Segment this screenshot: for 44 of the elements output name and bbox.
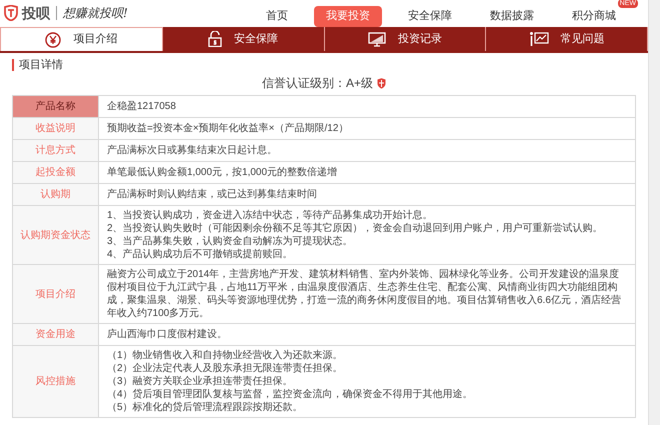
- chart-icon: [528, 31, 549, 47]
- detail-text: （4）贷后项目管理团队复核与监督，监控资金流向，确保资金不得用于其他用途。: [107, 388, 474, 401]
- detail-text: 融资方公司成立于2014年，主营房地产开发、建筑材料销售、室内外装饰、园林绿化等业务。公司开发建设的温泉度假村项目位于九江武宁县，占地11万平米，由温泉度假酒店、生态养生住宅、配套公寓、风情商业街四大功能组团构成，聚集温泉、湖景、码头等资源地理优势，打造一流的商务休闲度假目的地。项目估算销售收入6.6亿元，酒店经营年收入约7100多万元。: [107, 268, 622, 320]
- detail-text: 预期收益=投资本金×预期年化收益率×（产品期限/12）: [107, 122, 350, 135]
- nav-link[interactable]: 安全保障: [396, 6, 464, 27]
- detail-text: （3）融资方关联企业承担连带责任担保。: [107, 375, 294, 388]
- brand-name: 投呗: [22, 4, 50, 22]
- detail-text: 3、当产品募集失败，认购资金自动解冻为可提现状态。: [107, 235, 354, 248]
- tab[interactable]: 项目介绍: [0, 27, 163, 51]
- nav-link[interactable]: 积分商城: [560, 6, 628, 27]
- row-label: 计息方式: [13, 140, 99, 161]
- tab[interactable]: 常见问题: [486, 27, 648, 51]
- detail-text: 单笔最低认购金额1,000元，按1,000元的整数倍递增: [107, 166, 338, 179]
- monitor-icon: [368, 32, 386, 46]
- row-label: 产品名称: [13, 96, 99, 117]
- row-label: 收益说明: [13, 118, 99, 139]
- section-title: 项目详情: [12, 59, 636, 71]
- detail-text: 庐山西海巾口度假村建设。: [107, 328, 228, 341]
- nav-link[interactable]: 数据披露: [478, 6, 546, 27]
- credit-rating: 信誉认证级别：A+级: [262, 75, 373, 92]
- detail-text: 1、当投资认购成功，资金进入冻结中状态，等待产品募集成功开始计息。: [107, 209, 434, 222]
- detail-text: 产品满标时则认购结束，或已达到募集结束时间: [107, 188, 318, 201]
- detail-text: 2、当投资认购失败时（可能因剩余份额不足等其它原因），资金会自动退回到用户账户，用户可重新尝试认购。: [107, 222, 604, 235]
- tab[interactable]: 安全保障: [162, 27, 324, 51]
- slogan: 想赚就投呗!: [63, 5, 128, 22]
- row-label: 认购期资金状态: [13, 206, 99, 264]
- detail-text: 产品满标次日或募集结束次日起计息。: [107, 144, 278, 157]
- lock-icon: [208, 31, 222, 47]
- row-label: 资金用途: [13, 324, 99, 345]
- detail-text: 企稳盈1217058: [107, 100, 177, 113]
- row-label: 风控措施: [13, 346, 99, 417]
- shield-icon: [377, 78, 386, 88]
- tab[interactable]: 投资记录: [324, 27, 486, 51]
- detail-text: （2）企业法定代表人及股东承担无限连带责任担保。: [107, 362, 344, 375]
- detail-text: 4、产品认购成功后不可撤销或提前赎回。: [107, 248, 294, 261]
- detail-text: （5）标准化的贷后管理流程跟踪按期还款。: [107, 401, 304, 414]
- row-label: 项目介绍: [13, 265, 99, 323]
- yen-icon: [45, 32, 62, 48]
- shield-logo-icon: [4, 5, 18, 21]
- row-label: 认购期: [13, 184, 99, 205]
- row-label: 起投金额: [13, 162, 99, 183]
- scrollbar[interactable]: [648, 0, 660, 425]
- detail-text: （1）物业销售收入和自持物业经营收入为还款来源。: [107, 349, 344, 362]
- nav-link[interactable]: 首页: [254, 6, 300, 27]
